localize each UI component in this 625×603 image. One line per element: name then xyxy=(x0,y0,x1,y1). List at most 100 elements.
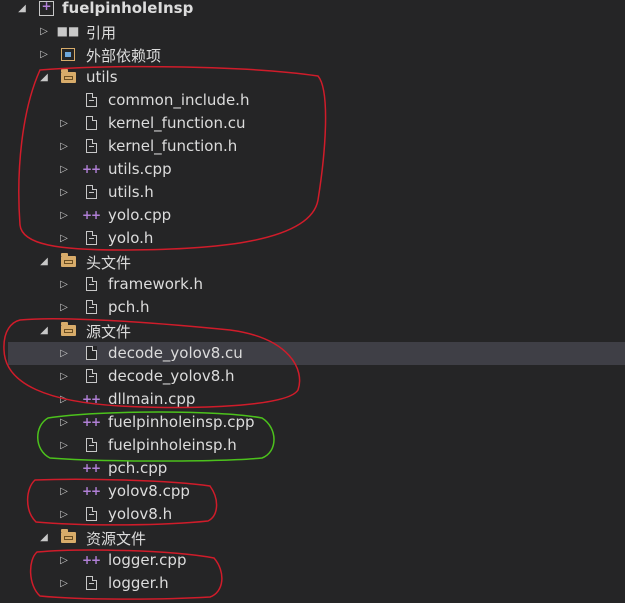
tree-item-label: logger.cpp xyxy=(108,551,187,569)
tree-item-label: kernel_function.cu xyxy=(108,114,246,132)
chevron-right-icon[interactable]: ▷ xyxy=(56,227,72,250)
header-file-icon xyxy=(83,92,99,108)
chevron-right-icon[interactable]: ▷ xyxy=(56,342,72,365)
tree-file-row[interactable]: ▷ ++ utils.cpp xyxy=(8,158,625,181)
header-file-icon xyxy=(83,506,99,522)
tree-item-label: utils.h xyxy=(108,183,154,201)
folder-icon xyxy=(60,252,76,269)
chevron-right-icon[interactable]: ▷ xyxy=(36,20,52,43)
tree-file-row[interactable]: ▷ ++ dllmain.cpp xyxy=(8,388,625,411)
tree-item-label: yolo.cpp xyxy=(108,206,172,224)
chevron-right-icon[interactable]: ▷ xyxy=(56,503,72,526)
chevron-right-icon[interactable]: ▷ xyxy=(56,572,72,595)
external-dependencies-icon xyxy=(60,46,76,62)
solution-explorer-tree: ◢ fuelpinholeInsp ▷ ■■ 引用 ▷ 外部依赖项 ◢ utils commo… xyxy=(0,0,625,603)
tree-item-label: fuelpinholeinsp.cpp xyxy=(108,413,255,431)
file-icon xyxy=(83,115,99,131)
header-file-icon xyxy=(83,368,99,384)
tree-file-row[interactable]: ▷ decode_yolov8.h xyxy=(8,365,625,388)
project-icon xyxy=(38,0,54,16)
chevron-right-icon[interactable]: ▷ xyxy=(56,480,72,503)
tree-item-label: 资源文件 xyxy=(86,530,147,548)
tree-item-label: fuelpinholeinsp.h xyxy=(108,436,237,454)
tree-item-label: yolov8.cpp xyxy=(108,482,190,500)
tree-item-label: decode_yolov8.h xyxy=(108,367,235,385)
tree-item-label: utils.cpp xyxy=(108,160,172,178)
header-file-icon xyxy=(83,575,99,591)
tree-folder-row[interactable]: ◢ 头文件 xyxy=(8,250,625,273)
cpp-file-icon: ++ xyxy=(81,208,101,222)
tree-file-row[interactable]: ▷ utils.h xyxy=(8,181,625,204)
tree-item-label: decode_yolov8.cu xyxy=(108,344,243,362)
tree-item-label: 外部依赖项 xyxy=(86,47,162,65)
tree-item-label: pch.h xyxy=(108,298,150,316)
chevron-right-icon[interactable]: ▷ xyxy=(56,549,72,572)
tree-item-label: dllmain.cpp xyxy=(108,390,196,408)
tree-file-row[interactable]: ▷ pch.h xyxy=(8,296,625,319)
tree-item-label: common_include.h xyxy=(108,91,250,109)
folder-icon xyxy=(60,528,76,545)
project-name: fuelpinholeInsp xyxy=(62,0,194,17)
cpp-file-icon: ++ xyxy=(81,484,101,498)
chevron-down-icon[interactable]: ◢ xyxy=(36,319,52,342)
tree-folder-row[interactable]: ▷ 外部依赖项 xyxy=(8,43,625,66)
tree-folder-row[interactable]: ◢ utils xyxy=(8,66,625,89)
tree-file-row[interactable]: ▷ ++ yolo.cpp xyxy=(8,204,625,227)
tree-file-row[interactable]: ▷ ++ yolov8.cpp xyxy=(8,480,625,503)
tree-file-row[interactable]: ▷ kernel_function.h xyxy=(8,135,625,158)
tree-item-label: yolov8.h xyxy=(108,505,173,523)
folder-icon xyxy=(60,68,76,85)
tree-file-row[interactable]: ▷ kernel_function.cu xyxy=(8,112,625,135)
chevron-right-icon[interactable]: ▷ xyxy=(56,296,72,319)
chevron-right-icon[interactable]: ▷ xyxy=(56,388,72,411)
chevron-down-icon[interactable]: ◢ xyxy=(36,250,52,273)
cpp-file-icon: ++ xyxy=(81,553,101,567)
chevron-right-icon[interactable]: ▷ xyxy=(56,434,72,457)
header-file-icon xyxy=(83,230,99,246)
header-file-icon xyxy=(83,276,99,292)
chevron-right-icon[interactable]: ▷ xyxy=(56,273,72,296)
tree-item-label: framework.h xyxy=(108,275,204,293)
tree-folder-row[interactable]: ▷ ■■ 引用 xyxy=(8,20,625,43)
chevron-down-icon[interactable]: ◢ xyxy=(14,0,30,20)
cpp-file-icon: ++ xyxy=(81,162,101,176)
folder-icon xyxy=(60,321,76,338)
tree-file-row[interactable]: ▷ framework.h xyxy=(8,273,625,296)
tree-file-row[interactable]: ++ pch.cpp xyxy=(8,457,625,480)
tree-root-row[interactable]: ◢ fuelpinholeInsp xyxy=(8,0,625,20)
tree-item-label: 引用 xyxy=(86,24,117,42)
chevron-right-icon[interactable]: ▷ xyxy=(56,204,72,227)
tree-file-row[interactable]: ▷ logger.h xyxy=(8,572,625,595)
chevron-right-icon[interactable]: ▷ xyxy=(56,411,72,434)
cpp-file-icon: ++ xyxy=(81,415,101,429)
tree-folder-row[interactable]: ◢ 源文件 xyxy=(8,319,625,342)
tree-item-label: logger.h xyxy=(108,574,169,592)
tree-folder-row[interactable]: ◢ 资源文件 xyxy=(8,526,625,549)
chevron-right-icon[interactable]: ▷ xyxy=(36,43,52,66)
header-file-icon xyxy=(83,299,99,315)
cpp-file-icon: ++ xyxy=(81,461,101,475)
tree-file-row[interactable]: ▷ decode_yolov8.cu xyxy=(8,342,625,365)
tree-item-label: utils xyxy=(86,68,118,86)
header-file-icon xyxy=(83,184,99,200)
tree-file-row[interactable]: ▷ yolov8.h xyxy=(8,503,625,526)
chevron-right-icon[interactable]: ▷ xyxy=(56,181,72,204)
chevron-right-icon[interactable]: ▷ xyxy=(56,365,72,388)
tree-file-row[interactable]: ▷ ++ logger.cpp xyxy=(8,549,625,572)
chevron-down-icon[interactable]: ◢ xyxy=(36,66,52,89)
tree-item-label: yolo.h xyxy=(108,229,154,247)
file-icon xyxy=(83,345,99,361)
tree-file-row[interactable]: ▷ ++ fuelpinholeinsp.cpp xyxy=(8,411,625,434)
chevron-down-icon[interactable]: ◢ xyxy=(36,526,52,549)
chevron-right-icon[interactable]: ▷ xyxy=(56,158,72,181)
chevron-right-icon[interactable]: ▷ xyxy=(56,112,72,135)
chevron-right-icon[interactable]: ▷ xyxy=(56,135,72,158)
tree-file-row[interactable]: ▷ fuelpinholeinsp.h xyxy=(8,434,625,457)
references-icon: ■■ xyxy=(56,24,80,38)
cpp-file-icon: ++ xyxy=(81,392,101,406)
tree-item-label: 头文件 xyxy=(86,254,132,272)
header-file-icon xyxy=(83,138,99,154)
header-file-icon xyxy=(83,437,99,453)
tree-file-row[interactable]: ▷ yolo.h xyxy=(8,227,625,250)
tree-file-row[interactable]: common_include.h xyxy=(8,89,625,112)
